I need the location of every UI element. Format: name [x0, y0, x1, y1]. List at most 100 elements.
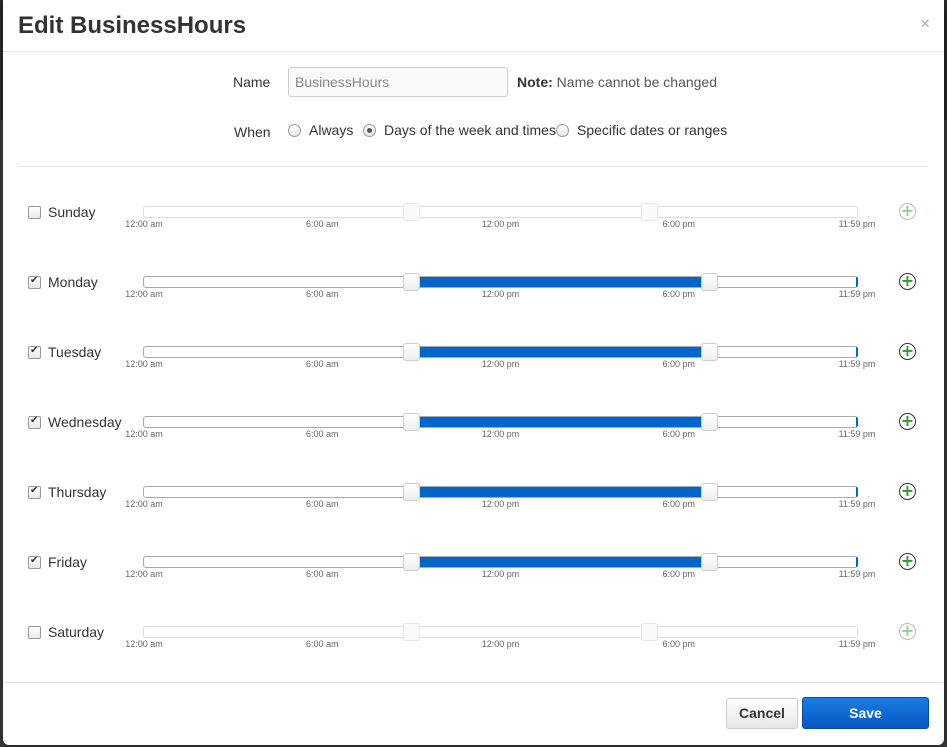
time-tick-label: 12:00 am: [125, 429, 163, 439]
start-handle[interactable]: [403, 203, 421, 221]
note-label: Note:: [517, 74, 553, 90]
time-tick-label: 6:00 am: [305, 289, 339, 299]
time-tick-label: 6:00 am: [305, 639, 339, 649]
track-end-marker: [856, 347, 858, 357]
time-tick-label: 11:59 pm: [838, 289, 876, 299]
time-tick-label: 6:00 pm: [662, 429, 696, 439]
end-handle[interactable]: [700, 483, 718, 501]
end-handle[interactable]: [700, 343, 718, 361]
when-option-label: Always: [309, 122, 354, 138]
start-handle[interactable]: [403, 553, 421, 571]
time-tick-label: 6:00 pm: [662, 359, 696, 369]
end-handle[interactable]: [700, 273, 718, 291]
add-range-icon[interactable]: +: [899, 553, 916, 570]
day-row: Monday 12:00 am 6:00 am 12:00 pm 6:00 pm 11:5…: [3, 273, 944, 346]
selected-range-fill: [411, 557, 709, 567]
start-handle[interactable]: [403, 343, 421, 361]
end-handle[interactable]: [700, 413, 718, 431]
add-range-icon[interactable]: +: [899, 413, 916, 430]
dialog-title: Edit BusinessHours: [18, 12, 247, 39]
cancel-button[interactable]: Cancel: [726, 698, 798, 729]
radio-button[interactable]: [363, 123, 376, 137]
day-checkbox[interactable]: [28, 555, 41, 569]
day-checkbox[interactable]: [28, 206, 41, 219]
add-range-icon[interactable]: +: [899, 343, 916, 360]
day-row: Sunday 12:00 am 6:00 am 12:00 pm 6:00 pm 11:5…: [3, 203, 944, 276]
when-option[interactable]: Specific dates or ranges: [556, 122, 727, 138]
start-handle[interactable]: [403, 623, 421, 641]
time-tick-label: 12:00 pm: [481, 499, 520, 509]
name-label: Name: [233, 74, 271, 90]
time-range-slider[interactable]: 12:00 am 6:00 am 12:00 pm 6:00 pm 11:59 pm: [125, 343, 875, 369]
time-tick-label: 12:00 am: [125, 359, 163, 369]
time-range-slider[interactable]: 12:00 am 6:00 am 12:00 pm 6:00 pm 11:59 pm: [125, 553, 875, 579]
time-tick-label: 6:00 am: [305, 359, 339, 369]
time-range-slider[interactable]: 12:00 am 6:00 am 12:00 pm 6:00 pm 11:59 pm: [125, 483, 875, 509]
time-tick-label: 11:59 pm: [838, 499, 876, 509]
time-range-slider[interactable]: 12:00 am 6:00 am 12:00 pm 6:00 pm 11:59 pm: [125, 413, 875, 439]
time-tick-label: 6:00 pm: [662, 289, 696, 299]
start-handle[interactable]: [403, 273, 421, 291]
time-tick-label: 6:00 pm: [662, 219, 696, 229]
time-tick-label: 12:00 am: [125, 499, 163, 509]
selected-range-fill: [411, 347, 709, 357]
start-handle[interactable]: [403, 483, 421, 501]
add-range-icon[interactable]: +: [899, 483, 916, 500]
name-note: Note: Name cannot be changed: [517, 74, 717, 90]
time-tick-label: 12:00 am: [125, 639, 163, 649]
day-label: Wednesday: [48, 414, 122, 430]
add-range-icon[interactable]: +: [899, 203, 916, 220]
time-tick-label: 12:00 am: [125, 569, 163, 579]
time-range-slider[interactable]: 12:00 am 6:00 am 12:00 pm 6:00 pm 11:59 pm: [125, 273, 875, 299]
edit-business-hours-dialog: Edit BusinessHours × Name Note: Name can…: [3, 0, 944, 745]
time-tick-label: 11:59 pm: [838, 219, 876, 229]
add-range-icon[interactable]: +: [899, 623, 916, 640]
track-end-marker: [856, 277, 858, 287]
day-label: Saturday: [48, 624, 105, 640]
close-icon[interactable]: ×: [920, 14, 930, 34]
radio-button[interactable]: [556, 123, 569, 137]
time-tick-label: 12:00 am: [125, 289, 163, 299]
when-option[interactable]: Days of the week and times: [363, 122, 556, 138]
start-handle[interactable]: [403, 413, 421, 431]
when-option[interactable]: Always: [288, 122, 353, 138]
time-tick-label: 12:00 pm: [481, 429, 520, 439]
selected-range-fill: [411, 487, 709, 497]
day-row: Wednesday12:00 am6:00 am12:00 pm6:00 pm1…: [3, 413, 944, 486]
when-label: When: [234, 124, 271, 140]
time-tick-label: 12:00 pm: [481, 359, 520, 369]
track-end-marker: [856, 557, 858, 567]
day-row: Thursday 12:00 am 6:00 am 12:00 pm 6:00 pm 11…: [3, 483, 944, 556]
day-checkbox[interactable]: [28, 485, 41, 499]
day-checkbox[interactable]: [28, 275, 41, 289]
day-checkbox[interactable]: [28, 626, 41, 639]
day-row: Tuesday 12:00 am 6:00 am 12:00 pm 6:00 pm 11:…: [3, 343, 944, 416]
time-tick-label: 6:00 pm: [662, 639, 696, 649]
track-end-marker: [856, 417, 858, 427]
selected-range-fill: [411, 417, 709, 427]
name-input[interactable]: [288, 67, 508, 97]
add-range-icon[interactable]: +: [899, 273, 916, 290]
time-tick-label: 12:00 pm: [481, 639, 520, 649]
end-handle[interactable]: [640, 203, 658, 221]
time-tick-label: 11:59 pm: [838, 429, 876, 439]
dialog-footer: Cancel Save: [3, 682, 944, 745]
time-tick-label: 6:00 am: [305, 429, 339, 439]
end-handle[interactable]: [640, 623, 658, 641]
end-handle[interactable]: [700, 553, 718, 571]
radio-button[interactable]: [288, 123, 301, 137]
time-tick-label: 6:00 am: [305, 499, 339, 509]
time-range-slider[interactable]: 12:00 am 6:00 am 12:00 pm 6:00 pm 11:59 pm: [125, 203, 875, 229]
day-row: Friday 12:00 am 6:00 am 12:00 pm 6:00 pm 11:5…: [3, 553, 944, 626]
day-checkbox[interactable]: [28, 415, 41, 429]
time-range-slider[interactable]: 12:00 am 6:00 am 12:00 pm 6:00 pm 11:59 pm: [125, 623, 875, 649]
day-label: Monday: [48, 274, 98, 290]
day-label: Thursday: [48, 484, 107, 500]
track-end-marker: [856, 487, 858, 497]
day-checkbox[interactable]: [28, 345, 41, 359]
time-tick-label: 6:00 pm: [662, 569, 696, 579]
time-tick-label: 12:00 pm: [481, 219, 520, 229]
save-button[interactable]: Save: [802, 697, 929, 729]
divider: [18, 166, 928, 167]
day-label: Friday: [48, 554, 87, 570]
